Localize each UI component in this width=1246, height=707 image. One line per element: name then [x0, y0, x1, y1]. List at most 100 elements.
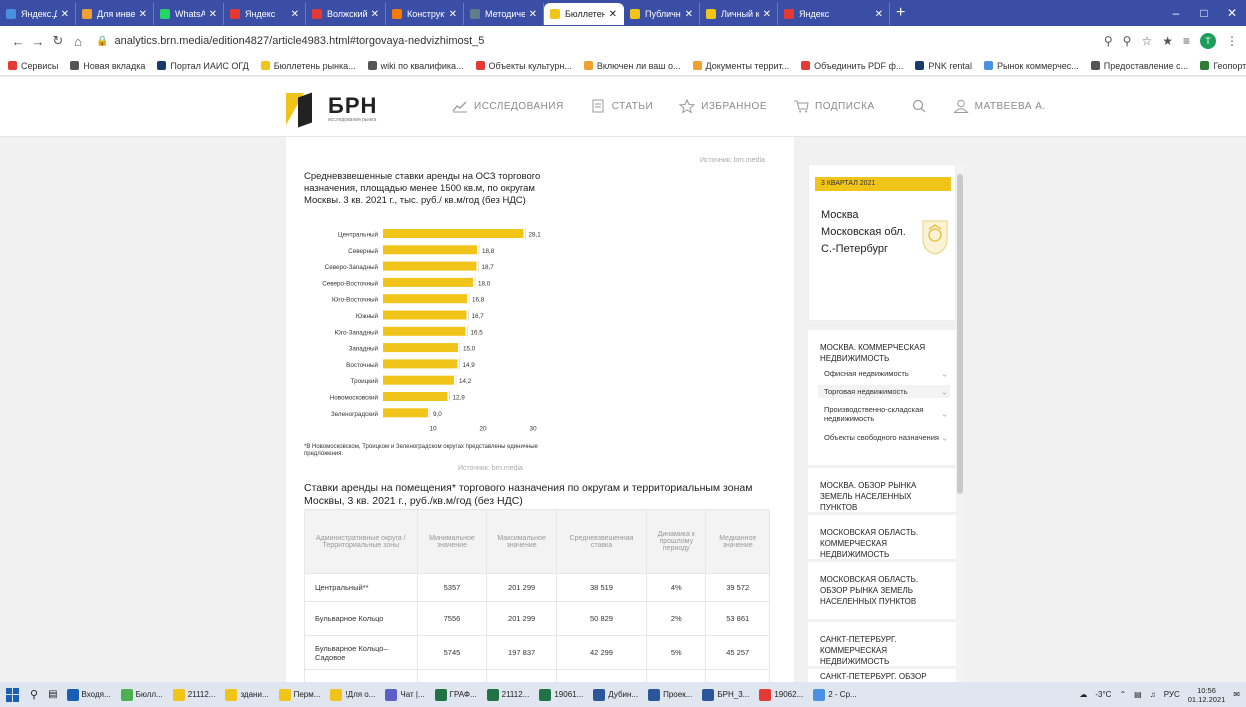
region-spb[interactable]: С.-Петербург [821, 241, 906, 258]
taskbar-app[interactable]: ГРАФ... [432, 688, 480, 701]
star-icon[interactable]: ☆ [1141, 34, 1152, 48]
sidebar-item-free-use[interactable]: Объекты свободного назначения ⌄ [818, 431, 950, 444]
sidebar-block-spb-commercial[interactable]: САНКТ-ПЕТЕРБУРГ. КОММЕРЧЕСКАЯ НЕДВИЖИМОС… [808, 622, 956, 666]
browser-tab[interactable]: Бюллетень рын ✕ [544, 3, 624, 25]
url-field[interactable]: analytics.brn.media/edition4827/article4… [114, 35, 1103, 47]
bookmark-item[interactable]: Предоставление с... [1090, 61, 1188, 71]
bookmark-item[interactable]: Включен ли ваш о... [583, 61, 681, 71]
bookmark-item[interactable]: wiki по квалифика... [367, 61, 464, 71]
nav-research[interactable]: ИССЛЕДОВАНИЯ [452, 99, 564, 113]
nav-user[interactable]: МАТВЕЕВА А. [953, 99, 1046, 113]
tab-close-icon[interactable]: ✕ [61, 9, 69, 20]
sidebar-item-industrial[interactable]: Производственно-складская недвижимость ⌄ [818, 403, 950, 425]
volume-icon[interactable]: ♫ [1150, 690, 1156, 699]
close-icon[interactable]: ✕ [1218, 0, 1246, 26]
browser-tab[interactable]: Яндекс ✕ [224, 3, 306, 25]
forward-icon[interactable]: → [28, 34, 48, 49]
weather-icon[interactable]: ☁ [1079, 690, 1087, 699]
taskbar-app[interactable]: здани... [222, 688, 271, 701]
bookmark-item[interactable]: Объединить PDF ф... [801, 61, 903, 71]
bookmark-item[interactable]: Объекты культурн... [475, 61, 572, 71]
nav-articles[interactable]: СТАТЬИ [590, 99, 653, 113]
nav-search[interactable] [911, 99, 927, 113]
tab-close-icon[interactable]: ✕ [763, 9, 771, 20]
taskbar-app[interactable]: 19061... [536, 688, 586, 701]
taskbar-app[interactable]: БРН_3... [699, 688, 752, 701]
tab-close-icon[interactable]: ✕ [209, 9, 217, 20]
lock-icon[interactable]: 🔒 [96, 36, 108, 47]
sidebar-item-retail[interactable]: Торговая недвижимость ⌄ [818, 385, 950, 398]
region-moscow[interactable]: Москва [821, 207, 906, 224]
taskbar-app[interactable]: Проек... [645, 688, 695, 701]
sidebar-block-spb-land[interactable]: САНКТ-ПЕТЕРБУРГ. ОБЗОР РЫНКА [808, 669, 956, 683]
task-view-icon[interactable]: ▤ [48, 689, 57, 700]
bookmark-item[interactable]: Документы террит... [692, 61, 789, 71]
nav-subscription[interactable]: ПОДПИСКА [793, 99, 875, 113]
browser-tab[interactable]: Волжский Бульв ✕ [306, 3, 386, 25]
browser-tab[interactable]: Личный кабине ✕ [700, 3, 778, 25]
minimize-icon[interactable]: – [1162, 0, 1190, 26]
tab-close-icon[interactable]: ✕ [685, 9, 693, 20]
bookmark-item[interactable]: PNK rental [915, 61, 972, 71]
tab-close-icon[interactable]: ✕ [875, 9, 883, 20]
key-icon[interactable]: ⚲ [1104, 34, 1113, 48]
brn-logo[interactable]: БРН исследования рынка [286, 91, 377, 128]
home-icon[interactable]: ⌂ [68, 34, 88, 49]
taskbar-app[interactable]: Входя... [64, 688, 114, 701]
new-tab-button[interactable]: + [896, 4, 905, 22]
quarter-badge[interactable]: 3 КВАРТАЛ 2021 [815, 177, 951, 191]
browser-tab[interactable]: Методические р ✕ [464, 3, 544, 25]
taskbar-app[interactable]: 21112... [170, 688, 219, 701]
menu-icon[interactable]: ⋮ [1226, 34, 1238, 48]
search-icon[interactable]: ⚲ [30, 688, 38, 701]
maximize-icon[interactable]: □ [1190, 0, 1218, 26]
back-icon[interactable]: ← [8, 34, 28, 49]
browser-tab[interactable]: Яндекс.Диск ✕ [0, 3, 76, 25]
browser-tab[interactable]: Яндекс ✕ [778, 3, 890, 25]
sidebar-item-office[interactable]: Офисная недвижимость ⌄ [818, 367, 950, 380]
scrollbar-thumb[interactable] [957, 174, 963, 494]
nav-favorites[interactable]: ИЗБРАННОЕ [679, 99, 767, 113]
browser-tab[interactable]: Публичная кад ✕ [624, 3, 700, 25]
windows-start-icon[interactable] [6, 687, 20, 702]
taskbar-app[interactable]: Бюлл... [118, 688, 166, 701]
reload-icon[interactable]: ↻ [48, 33, 68, 49]
sidebar-block-moscow-land[interactable]: МОСКВА. ОБЗОР РЫНКА ЗЕМЕЛЬ НАСЕЛЕННЫХ ПУ… [808, 468, 956, 512]
taskbar-app[interactable]: !Для о... [327, 688, 378, 701]
tab-close-icon[interactable]: ✕ [371, 9, 379, 20]
bookmark-item[interactable]: Новая вкладка [70, 61, 145, 71]
taskbar-app[interactable]: Чат |... [382, 688, 427, 701]
browser-tab[interactable]: Конструктор ка ✕ [386, 3, 464, 25]
tab-close-icon[interactable]: ✕ [449, 9, 457, 20]
browser-tab[interactable]: WhatsApp ✕ [154, 3, 224, 25]
taskbar-app[interactable]: 21112... [484, 688, 533, 701]
extensions-icon[interactable]: ★ [1162, 34, 1173, 48]
profile-avatar[interactable]: Т [1200, 33, 1216, 49]
taskbar-app[interactable]: 19062... [756, 688, 806, 701]
network-icon[interactable]: ▤ [1134, 690, 1142, 699]
region-moscow-oblast[interactable]: Московская обл. [821, 224, 906, 241]
zoom-icon[interactable]: ⚲ [1123, 34, 1132, 48]
clock[interactable]: 10:56 01.12.2021 [1188, 686, 1226, 704]
tab-close-icon[interactable]: ✕ [609, 9, 617, 20]
notifications-icon[interactable]: ✉ [1233, 690, 1240, 699]
sidebar-scrollbar[interactable] [956, 164, 964, 682]
weather-temp[interactable]: -3°C [1095, 690, 1111, 699]
bookmark-item[interactable]: Бюллетень рынка... [260, 61, 356, 71]
bookmark-item[interactable]: Рынок коммерчес... [983, 61, 1079, 71]
tray-chevron-icon[interactable]: ⌃ [1119, 690, 1126, 699]
bookmark-item[interactable]: Портал ИАИС ОГД [157, 61, 249, 71]
taskbar-app[interactable]: 2 - Ср... [810, 688, 859, 701]
reading-list-icon[interactable]: ≡ [1183, 34, 1190, 48]
browser-tab[interactable]: Для инвесторо ✕ [76, 3, 154, 25]
bookmark-item[interactable]: Сервисы [8, 61, 58, 71]
tab-close-icon[interactable]: ✕ [529, 9, 537, 20]
section-title[interactable]: МОСКВА. КОММЕРЧЕСКАЯ НЕДВИЖИМОСТЬ [808, 342, 956, 364]
sidebar-block-mo-land[interactable]: МОСКОВСКАЯ ОБЛАСТЬ. ОБЗОР РЫНКА ЗЕМЕЛЬ Н… [808, 562, 956, 619]
tab-close-icon[interactable]: ✕ [291, 9, 299, 20]
sidebar-block-mo-commercial[interactable]: МОСКОВСКАЯ ОБЛАСТЬ. КОММЕРЧЕСКАЯ НЕДВИЖИ… [808, 515, 956, 559]
taskbar-app[interactable]: Дубин... [590, 688, 641, 701]
tab-close-icon[interactable]: ✕ [139, 9, 147, 20]
bookmark-item[interactable]: Геопортал Подмос... [1200, 61, 1246, 71]
taskbar-app[interactable]: Перм... [276, 688, 324, 701]
